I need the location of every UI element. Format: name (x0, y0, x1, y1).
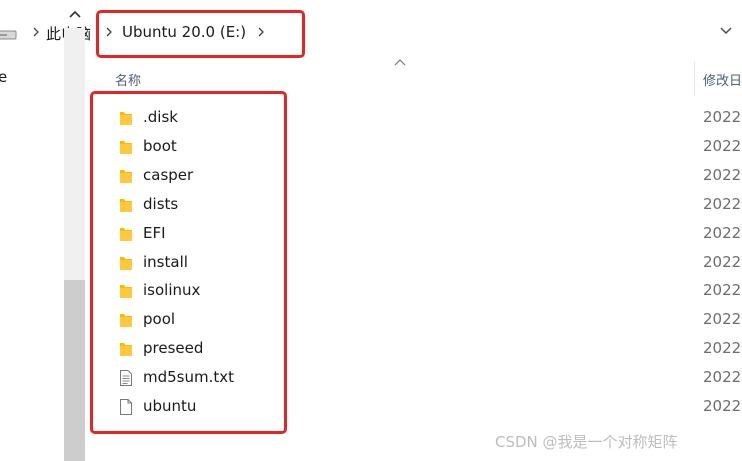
annotation-box-files (90, 91, 287, 434)
chevron-down-icon[interactable] (718, 22, 734, 38)
column-header-date-modified[interactable]: 修改日 (703, 70, 742, 89)
nav-item-label[interactable]: e (0, 68, 7, 86)
file-date-modified: 2022 (703, 339, 742, 358)
watermark: CSDN @我是一个对称矩阵 (495, 433, 678, 451)
breadcrumb-separator-icon[interactable] (31, 26, 41, 38)
file-date-modified: 2022 (703, 252, 742, 271)
file-date-modified: 2022 (703, 108, 742, 126)
file-date-modified: 2022 (703, 281, 742, 300)
file-date-modified: 2022 (703, 310, 742, 329)
file-date-modified: 2022 (703, 223, 742, 242)
sort-ascending-icon (394, 59, 406, 66)
file-date-modified: 2022 (703, 368, 742, 387)
column-divider[interactable] (694, 62, 695, 96)
scrollbar-thumb[interactable] (64, 280, 85, 461)
annotation-box-drive (96, 10, 305, 58)
column-header-name[interactable]: 名称 (115, 70, 141, 89)
file-date-modified: 2022 (703, 165, 742, 184)
file-date-modified: 2022 (703, 397, 742, 415)
file-date-modified: 2022 (703, 194, 742, 213)
scroll-up-icon[interactable] (66, 6, 84, 24)
file-date-modified: 2022 (703, 136, 742, 155)
drive-icon (0, 30, 17, 40)
